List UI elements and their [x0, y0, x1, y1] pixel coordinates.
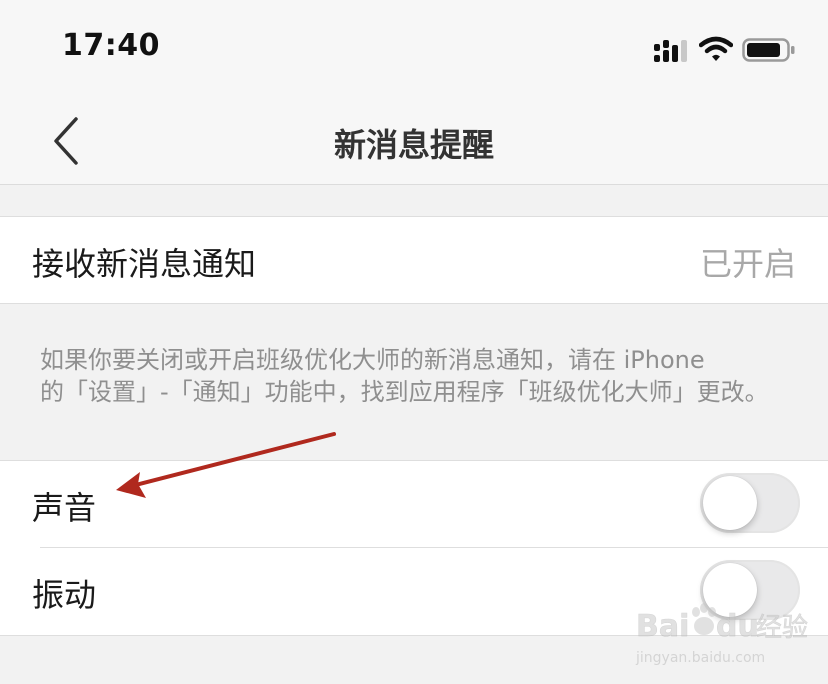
cellular-signal-icon: [654, 40, 687, 62]
sound-label: 声音: [32, 489, 97, 527]
status-bar: 17:40: [0, 0, 828, 100]
hint-line-2: 的「设置」-「通知」功能中，找到应用程序「班级优化大师」更改。: [40, 378, 769, 406]
nav-divider: [0, 184, 828, 185]
svg-text:jingyan.baidu.com: jingyan.baidu.com: [635, 650, 765, 666]
vibration-label: 振动: [32, 576, 97, 614]
receive-notifications-label: 接收新消息通知: [32, 245, 257, 283]
receive-notifications-row[interactable]: 接收新消息通知 已开启: [0, 217, 828, 303]
receive-notifications-status: 已开启: [699, 245, 796, 283]
baidu-watermark-logo: Bai du 经验 jingyan.baidu.com: [635, 603, 808, 666]
navigation-bar: 新消息提醒: [0, 100, 828, 184]
sound-toggle[interactable]: [700, 473, 800, 533]
svg-text:du: du: [716, 609, 759, 644]
battery-icon: [742, 38, 795, 62]
annotation-arrow: [116, 432, 336, 498]
svg-text:经验: 经验: [756, 613, 808, 643]
section-bottom-divider: [0, 303, 828, 304]
hint-line-1: 如果你要关闭或开启班级优化大师的新消息通知，请在 iPhone: [40, 346, 705, 374]
page-title: 新消息提醒: [333, 126, 494, 164]
notification-hint: 如果你要关闭或开启班级优化大师的新消息通知，请在 iPhone 的「设置」-「通…: [40, 344, 800, 408]
sound-toggle-knob: [703, 476, 757, 530]
status-time: 17:40: [62, 28, 160, 63]
wifi-icon: [699, 36, 733, 61]
svg-text:Bai: Bai: [636, 609, 689, 644]
